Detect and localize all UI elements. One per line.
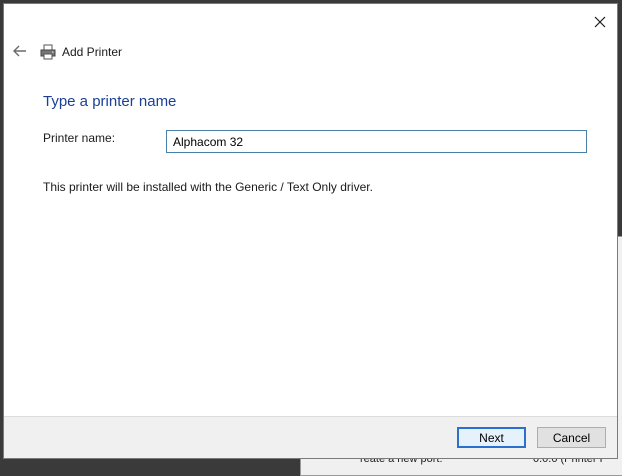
add-printer-dialog: Add Printer Type a printer name Printer … [3, 3, 618, 459]
back-arrow-icon [13, 45, 26, 57]
dialog-title-row: Add Printer [40, 42, 122, 62]
close-button[interactable] [589, 11, 611, 33]
printer-name-input[interactable] [166, 130, 587, 153]
next-button[interactable]: Next [457, 427, 526, 448]
cancel-button[interactable]: Cancel [537, 427, 606, 448]
printer-icon [40, 44, 56, 60]
page-heading: Type a printer name [43, 93, 177, 110]
dialog-footer: Next Cancel [4, 416, 617, 458]
printer-name-label: Printer name: [43, 131, 116, 145]
back-button[interactable] [11, 42, 29, 60]
close-icon [594, 16, 606, 28]
dialog-title: Add Printer [62, 45, 123, 59]
driver-info-text: This printer will be installed with the … [43, 180, 373, 194]
